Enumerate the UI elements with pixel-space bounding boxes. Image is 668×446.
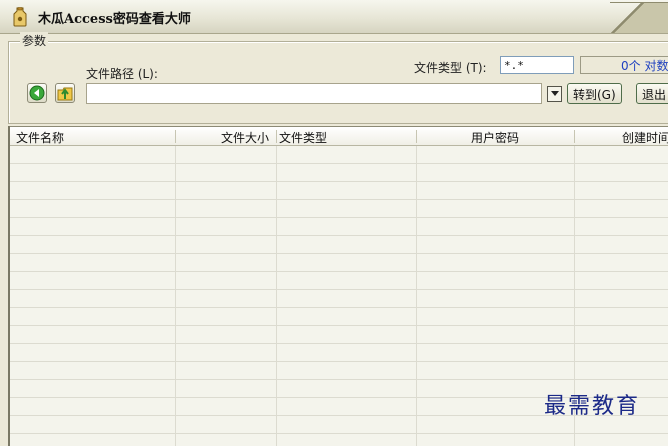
back-button[interactable] bbox=[27, 83, 47, 103]
table-row[interactable] bbox=[10, 326, 668, 344]
chevron-down-icon bbox=[551, 91, 559, 96]
column-header-name[interactable]: 文件名称 bbox=[16, 129, 64, 146]
file-path-label: 文件路径 (L): bbox=[86, 67, 158, 81]
up-folder-button[interactable] bbox=[55, 83, 75, 103]
table-row[interactable] bbox=[10, 254, 668, 272]
up-folder-icon bbox=[57, 87, 73, 101]
params-group-title: 参数 bbox=[20, 32, 49, 49]
file-path-input[interactable] bbox=[86, 83, 542, 104]
column-divider[interactable] bbox=[175, 130, 176, 143]
column-divider[interactable] bbox=[416, 130, 417, 143]
file-type-label: 文件类型 (T): bbox=[414, 61, 487, 75]
column-header-created[interactable]: 创建时间 bbox=[622, 129, 668, 146]
table-header: 文件名称 文件大小 文件类型 用户密码 创建时间 bbox=[10, 126, 668, 146]
count-text: 0个 对数 bbox=[621, 59, 668, 73]
window-title: 木瓜Access密码查看大师 bbox=[38, 12, 191, 27]
column-divider[interactable] bbox=[574, 130, 575, 143]
table-row[interactable] bbox=[10, 308, 668, 326]
column-header-size[interactable]: 文件大小 bbox=[221, 129, 269, 146]
table-row[interactable] bbox=[10, 182, 668, 200]
table-row[interactable] bbox=[10, 290, 668, 308]
back-arrow-icon bbox=[29, 85, 45, 101]
file-type-input[interactable]: *.* bbox=[500, 56, 574, 74]
column-header-type[interactable]: 文件类型 bbox=[279, 129, 327, 146]
table-row[interactable] bbox=[10, 236, 668, 254]
table-row[interactable] bbox=[10, 164, 668, 182]
title-bar-decoration bbox=[610, 2, 668, 33]
table-row[interactable] bbox=[10, 218, 668, 236]
table-row[interactable] bbox=[10, 146, 668, 164]
title-bar[interactable]: 木瓜Access密码查看大师 bbox=[0, 0, 668, 34]
path-dropdown-button[interactable] bbox=[547, 86, 562, 102]
table-row[interactable] bbox=[10, 272, 668, 290]
table-row[interactable] bbox=[10, 344, 668, 362]
table-row[interactable] bbox=[10, 200, 668, 218]
key-bottle-icon bbox=[12, 7, 28, 27]
exit-button[interactable]: 退出 bbox=[636, 83, 668, 104]
watermark-text: 最需教育 bbox=[544, 394, 641, 419]
column-header-password[interactable]: 用户密码 bbox=[471, 129, 519, 146]
goto-button[interactable]: 转到(G) bbox=[567, 83, 622, 104]
column-divider[interactable] bbox=[276, 130, 277, 143]
table-row[interactable] bbox=[10, 362, 668, 380]
